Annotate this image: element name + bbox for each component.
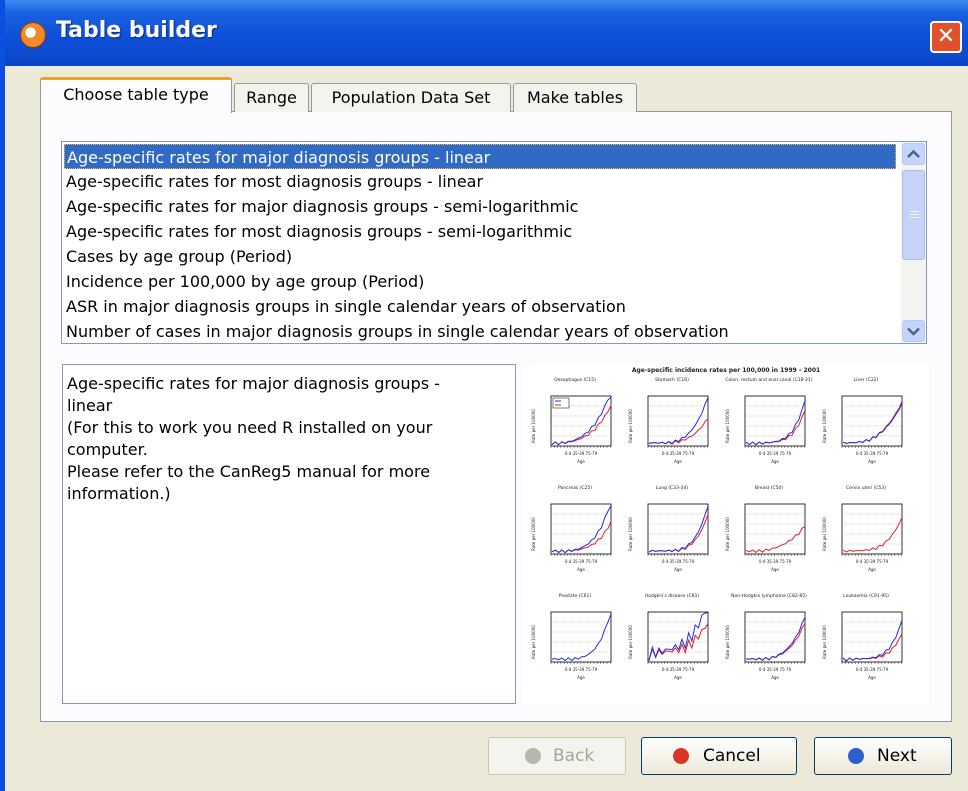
svg-text:Rate per 100000: Rate per 100000 [531, 409, 536, 443]
svg-text:Rate per 100000: Rate per 100000 [725, 517, 730, 551]
list-item[interactable]: Age-specific rates for most diagnosis gr… [64, 219, 896, 244]
mini-chart-title: Lung (C33-34) [655, 486, 689, 491]
svg-text:0-4 35-39 75-79: 0-4 35-39 75-79 [856, 667, 889, 672]
svg-text:Rate per 100000: Rate per 100000 [725, 409, 730, 443]
mini-chart-title: Stomach (C16) [655, 378, 689, 383]
svg-text:Age: Age [868, 459, 876, 464]
mini-chart-title: Cervix uteri (C53) [845, 486, 887, 491]
svg-text:Rate per 100000: Rate per 100000 [725, 625, 730, 659]
preview-title: Age-specific incidence rates per 100,000… [631, 367, 821, 374]
chart-preview-image: Age-specific incidence rates per 100,000… [523, 364, 929, 704]
table-type-list[interactable]: Age-specific rates for major diagnosis g… [61, 141, 927, 344]
list-item[interactable]: Age-specific rates for most diagnosis gr… [64, 169, 896, 194]
svg-text:Age: Age [577, 675, 585, 680]
mini-chart: Non-Hodgkin lymphoma (C82-85) Rate per 10… [723, 594, 815, 696]
mini-chart: Stomach (C16) Rate per 100000 0-4 35-39 75… [626, 378, 718, 480]
mini-chart-title: Non-Hodgkin lymphoma (C82-85) [731, 594, 807, 599]
svg-text:Rate per 100000: Rate per 100000 [822, 409, 827, 443]
mini-chart: Lung (C33-34) Rate per 100000 0-4 35-39 75… [626, 486, 718, 588]
svg-text:Rate per 100000: Rate per 100000 [531, 517, 536, 551]
tab-range[interactable]: Range [234, 83, 309, 112]
mini-chart-title: Oesophagus (C15) [554, 378, 596, 383]
mini-chart-title: Hodgkin's disease (C81) [644, 594, 700, 599]
svg-text:0-4 35-39 75-79: 0-4 35-39 75-79 [565, 667, 598, 672]
mini-chart-title: Breast (C50) [754, 486, 784, 491]
list-scrollbar[interactable] [901, 142, 926, 343]
window-title: Table builder [56, 18, 217, 43]
svg-text:Age: Age [674, 567, 682, 572]
svg-text:Age: Age [771, 567, 779, 572]
scroll-thumb[interactable] [902, 170, 925, 260]
mini-chart: Cervix uteri (C53) Rate per 100000 0-4 35-… [820, 486, 912, 588]
list-item[interactable]: ASR in major diagnosis groups in single … [64, 294, 896, 319]
svg-text:Age: Age [771, 459, 779, 464]
back-icon [525, 748, 541, 764]
svg-text:0-4 35-39 75-79: 0-4 35-39 75-79 [856, 559, 889, 564]
description-text: Age-specific rates for major diagnosis g… [62, 364, 516, 704]
back-button[interactable]: Back [488, 737, 626, 775]
window-frame [0, 0, 5, 791]
mini-chart-title: Liver (C22) [853, 378, 879, 383]
next-arrow-icon [848, 748, 864, 764]
svg-text:0-4 35-39 75-79: 0-4 35-39 75-79 [759, 451, 792, 456]
svg-text:0-4 35-39 75-79: 0-4 35-39 75-79 [565, 559, 598, 564]
svg-text:Rate per 100000: Rate per 100000 [822, 625, 827, 659]
svg-text:Age: Age [577, 459, 585, 464]
svg-text:0-4 35-39 75-79: 0-4 35-39 75-79 [856, 451, 889, 456]
list-item[interactable]: Number of cases in major diagnosis group… [64, 319, 896, 343]
table-builder-window: Table builder ✕ Choose table type Range … [0, 0, 968, 791]
svg-text:0-4 35-39 75-79: 0-4 35-39 75-79 [662, 451, 695, 456]
mini-chart-title: Leukaemia (C91-95) [843, 594, 889, 599]
svg-text:Rate per 100000: Rate per 100000 [628, 409, 633, 443]
tab-population-data-set[interactable]: Population Data Set [311, 83, 511, 112]
mini-chart: Colon, rectum and anal canal (C18-21) Rat… [723, 378, 815, 480]
app-icon [20, 22, 46, 48]
mini-chart: Breast (C50) Rate per 100000 0-4 35-39 75-… [723, 486, 815, 588]
mini-chart-title: Colon, rectum and anal canal (C18-21) [725, 378, 813, 383]
scroll-down-button[interactable] [902, 320, 925, 342]
mini-chart: Leukaemia (C91-95) Rate per 100000 0-4 35-… [820, 594, 912, 696]
tab-choose-table-type[interactable]: Choose table type [40, 77, 232, 113]
mini-chart-title: Pancreas (C25) [557, 486, 593, 491]
scroll-up-button[interactable] [902, 143, 925, 165]
svg-text:Rate per 100000: Rate per 100000 [531, 625, 536, 659]
tab-make-tables[interactable]: Make tables [513, 83, 637, 112]
svg-text:Rate per 100000: Rate per 100000 [628, 625, 633, 659]
svg-text:Rate per 100000: Rate per 100000 [628, 517, 633, 551]
list-item[interactable]: Incidence per 100,000 by age group (Peri… [64, 269, 896, 294]
svg-text:Age: Age [577, 567, 585, 572]
svg-text:Age: Age [674, 675, 682, 680]
svg-text:Age: Age [868, 567, 876, 572]
mini-chart: Hodgkin's disease (C81) Rate per 100000 0-… [626, 594, 718, 696]
mini-chart-title: Prostate (C61) [558, 594, 592, 599]
chevron-up-icon [907, 149, 920, 158]
mini-chart: Oesophagus (C15) Rate per 100000 0-4 35-39… [529, 378, 621, 480]
svg-text:Age: Age [674, 459, 682, 464]
next-button[interactable]: Next [814, 737, 952, 775]
mini-chart: Pancreas (C25) Rate per 100000 0-4 35-39 7… [529, 486, 621, 588]
cancel-button[interactable]: Cancel [641, 737, 797, 775]
list-item[interactable]: Age-specific rates for major diagnosis g… [64, 194, 896, 219]
close-button[interactable]: ✕ [930, 21, 962, 53]
svg-text:0-4 35-39 75-79: 0-4 35-39 75-79 [662, 667, 695, 672]
svg-text:0-4 35-39 75-79: 0-4 35-39 75-79 [662, 559, 695, 564]
title-bar[interactable]: Table builder ✕ [0, 0, 968, 66]
svg-text:Age: Age [868, 675, 876, 680]
svg-text:Age: Age [771, 675, 779, 680]
cancel-icon [673, 748, 689, 764]
svg-text:Rate per 100000: Rate per 100000 [822, 517, 827, 551]
svg-text:0-4 35-39 75-79: 0-4 35-39 75-79 [759, 667, 792, 672]
svg-text:0-4 35-39 75-79: 0-4 35-39 75-79 [759, 559, 792, 564]
list-item[interactable]: Age-specific rates for major diagnosis g… [64, 144, 896, 169]
svg-text:0-4 35-39 75-79: 0-4 35-39 75-79 [565, 451, 598, 456]
mini-chart: Liver (C22) Rate per 100000 0-4 35-39 75-7… [820, 378, 912, 480]
chevron-down-icon [907, 327, 920, 336]
list-item[interactable]: Cases by age group (Period) [64, 244, 896, 269]
mini-chart: Prostate (C61) Rate per 100000 0-4 35-39 7… [529, 594, 621, 696]
